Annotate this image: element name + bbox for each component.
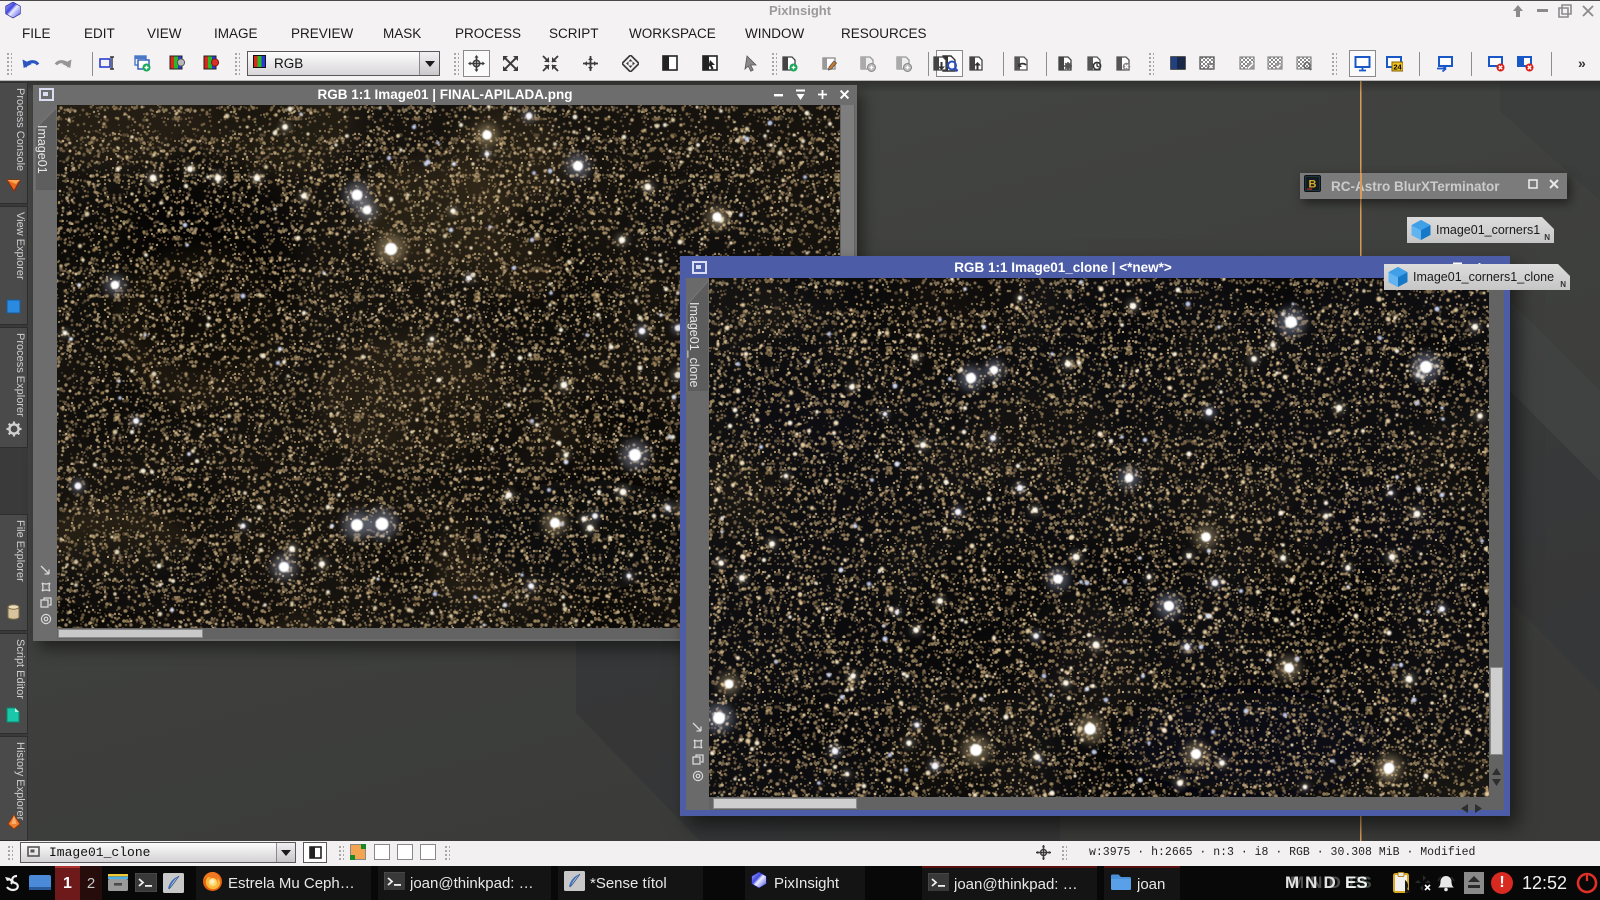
svg-text:24: 24	[1393, 63, 1402, 72]
